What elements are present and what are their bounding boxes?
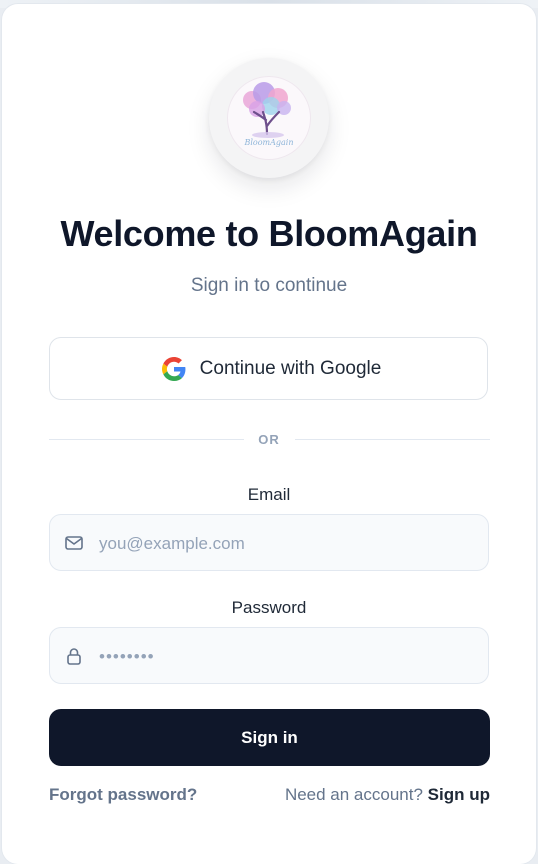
signup-prompt: Need an account? Sign up xyxy=(285,785,490,805)
logo-badge: BloomAgain xyxy=(209,58,329,178)
google-icon xyxy=(161,356,186,381)
lock-icon xyxy=(67,648,81,665)
logo-text: BloomAgain xyxy=(244,138,294,147)
need-account-text: Need an account? xyxy=(284,785,423,804)
divider-line-left xyxy=(49,439,244,440)
sign-in-button[interactable]: Sign in xyxy=(49,709,490,766)
divider-label: OR xyxy=(258,432,280,447)
email-field-container xyxy=(49,514,489,572)
mail-icon xyxy=(65,536,83,550)
google-signin-button[interactable]: Continue with Google xyxy=(49,337,488,400)
email-input[interactable] xyxy=(97,515,481,572)
sign-up-link[interactable]: Sign up xyxy=(428,785,490,804)
google-button-label: Continue with Google xyxy=(199,357,382,379)
password-field-container xyxy=(49,627,489,685)
password-label: Password xyxy=(231,598,307,617)
password-input[interactable] xyxy=(97,628,481,685)
tree-logo-icon xyxy=(243,82,291,138)
forgot-password-link[interactable]: Forgot password? xyxy=(49,785,197,805)
page-title: Welcome to BloomAgain xyxy=(60,213,478,254)
page-subtitle: Sign in to continue xyxy=(190,275,348,296)
logo-image: BloomAgain xyxy=(227,76,311,160)
divider-line-right xyxy=(295,439,490,440)
email-label: Email xyxy=(247,485,291,504)
